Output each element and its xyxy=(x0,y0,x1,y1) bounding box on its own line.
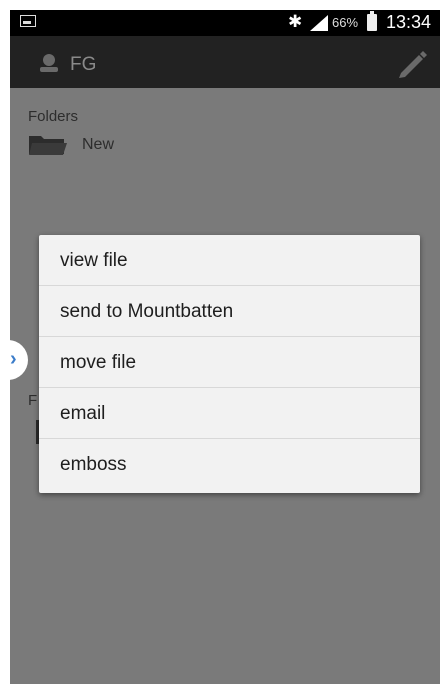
battery-icon xyxy=(367,11,377,31)
app-bar: FG xyxy=(10,36,440,88)
screenshot-notification-icon xyxy=(20,15,36,27)
status-bar: ✱ 66% 13:34 xyxy=(10,10,440,36)
battery-percent: 66% xyxy=(332,15,359,30)
bluetooth-icon: ✱ xyxy=(288,12,303,31)
menu-item-send-to-mountbatten[interactable]: send to Mountbatten xyxy=(39,286,420,337)
user-icon[interactable] xyxy=(38,53,60,73)
clock: 13:34 xyxy=(386,12,432,32)
edit-pencil-icon[interactable] xyxy=(395,47,429,79)
folder-name: New xyxy=(82,136,115,153)
chevron-right-icon: › xyxy=(10,348,17,370)
file-context-menu: view file send to Mountbatten move file … xyxy=(39,235,420,493)
folder-icon xyxy=(29,136,67,155)
menu-item-email[interactable]: email xyxy=(39,388,420,439)
drawer-handle[interactable]: › xyxy=(10,340,28,380)
menu-item-move-file[interactable]: move file xyxy=(39,337,420,388)
folders-section-label: Folders xyxy=(28,108,79,125)
phone-screen: ✱ 66% 13:34 FG Folders New F › view file… xyxy=(10,10,440,684)
menu-item-view-file[interactable]: view file xyxy=(39,235,420,286)
files-section-label: F xyxy=(28,392,38,409)
app-title: FG xyxy=(70,54,97,75)
folder-item[interactable]: New xyxy=(28,134,228,158)
signal-icon xyxy=(310,15,328,31)
menu-item-emboss[interactable]: emboss xyxy=(39,439,420,493)
